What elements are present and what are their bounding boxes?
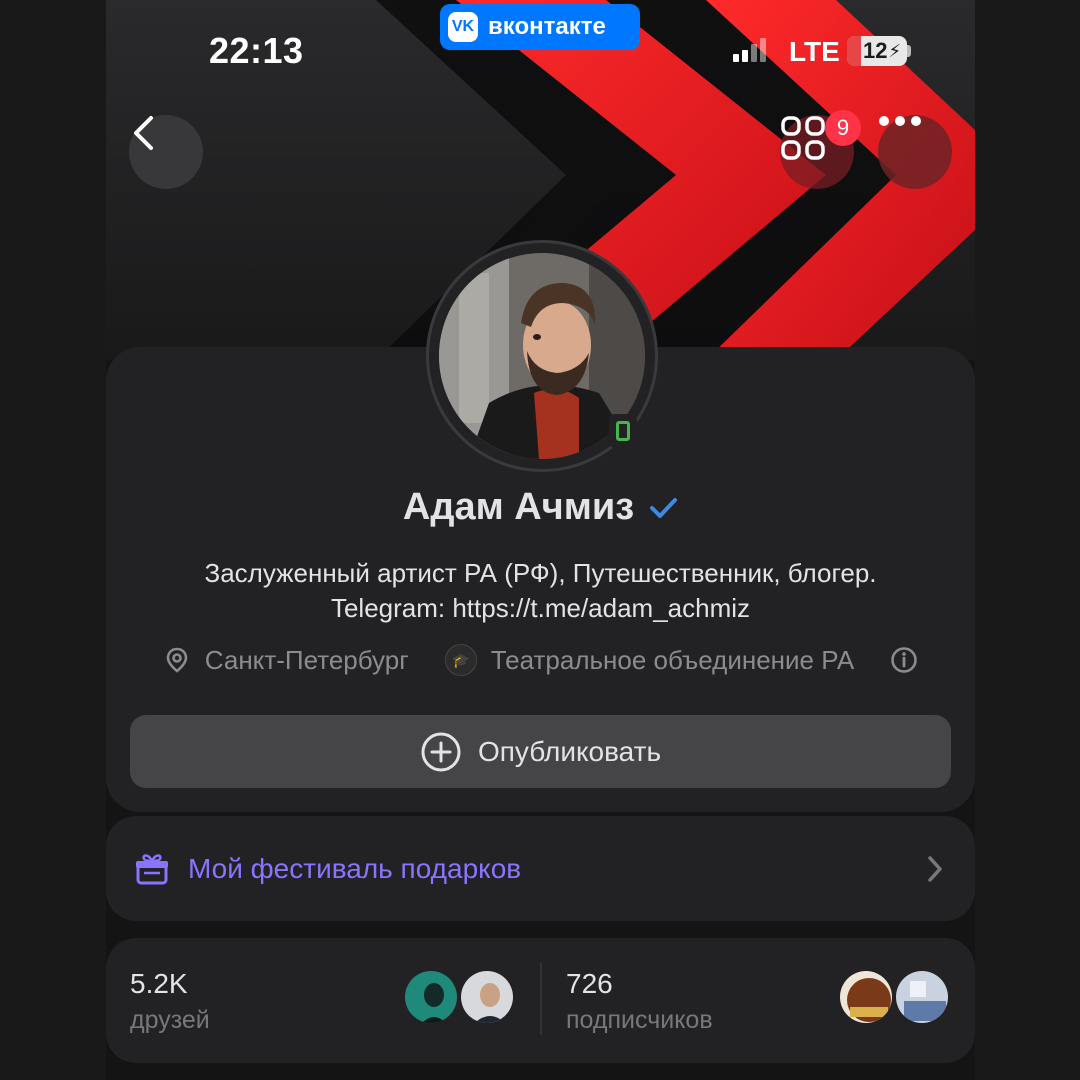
bio-line-1: Заслуженный артист РА (РФ), Путешественн… bbox=[204, 558, 877, 588]
profile-name-row: Адам Ачмиз bbox=[106, 486, 975, 529]
profile-screen: 22:13 VK вконтакте LTE 12 ⚡ 9 Адам Ачмиз… bbox=[106, 0, 975, 1080]
profile-city[interactable]: Санкт-Петербург bbox=[205, 645, 409, 676]
friend-avatar[interactable] bbox=[458, 968, 516, 1026]
signal-icon bbox=[733, 38, 766, 62]
theater-org-icon: 🎓 bbox=[444, 644, 477, 676]
followers-count[interactable]: 726 bbox=[566, 968, 613, 1000]
friends-label[interactable]: друзей bbox=[130, 1006, 210, 1035]
publish-label: Опубликовать bbox=[477, 735, 662, 767]
add-circle-icon bbox=[421, 732, 461, 771]
info-icon[interactable] bbox=[890, 646, 918, 674]
more-button[interactable] bbox=[878, 115, 952, 189]
vk-brand-pill: VK вконтакте bbox=[440, 4, 640, 50]
publish-button[interactable]: Опубликовать bbox=[130, 715, 951, 788]
gift-icon bbox=[136, 853, 168, 884]
online-mobile-icon bbox=[609, 414, 637, 448]
followers-label[interactable]: подписчиков bbox=[566, 1006, 713, 1035]
gift-festival-row[interactable]: Мой фестиваль подарков bbox=[106, 816, 975, 921]
vk-brand-label: вконтакте bbox=[488, 13, 606, 40]
profile-org[interactable]: Театральное объединение РА bbox=[491, 645, 854, 676]
network-type: LTE bbox=[789, 36, 840, 67]
verified-check-icon[interactable] bbox=[648, 493, 678, 523]
battery-level: 12 bbox=[863, 38, 888, 63]
gift-festival-label: Мой фестиваль подарков bbox=[188, 852, 522, 884]
friends-count[interactable]: 5.2K bbox=[130, 968, 188, 1000]
battery-icon: 12 ⚡ bbox=[847, 36, 907, 66]
chevron-right-icon bbox=[928, 856, 942, 882]
follower-avatar[interactable] bbox=[837, 968, 895, 1026]
follower-avatar[interactable] bbox=[893, 968, 951, 1026]
notification-badge: 9 bbox=[825, 110, 861, 146]
location-pin-icon bbox=[166, 647, 188, 673]
counters-divider bbox=[540, 963, 542, 1035]
bio-line-2[interactable]: Telegram: https://t.me/adam_achmiz bbox=[106, 591, 975, 626]
vk-logo-icon: VK bbox=[448, 12, 478, 42]
profile-info-row: Санкт-Петербург 🎓 Театральное объединени… bbox=[106, 644, 975, 676]
more-horizontal-icon bbox=[879, 116, 921, 126]
chevron-left-icon bbox=[134, 116, 153, 150]
profile-name: Адам Ачмиз bbox=[402, 486, 635, 528]
counters-card: 5.2K друзей 726 подписчиков bbox=[106, 938, 975, 1063]
battery-tip bbox=[907, 45, 911, 57]
back-button[interactable] bbox=[129, 115, 203, 189]
friend-avatar[interactable] bbox=[402, 968, 460, 1026]
services-grid-icon bbox=[781, 116, 825, 160]
status-time: 22:13 bbox=[209, 30, 304, 71]
profile-status: Заслуженный артист РА (РФ), Путешественн… bbox=[106, 556, 975, 626]
